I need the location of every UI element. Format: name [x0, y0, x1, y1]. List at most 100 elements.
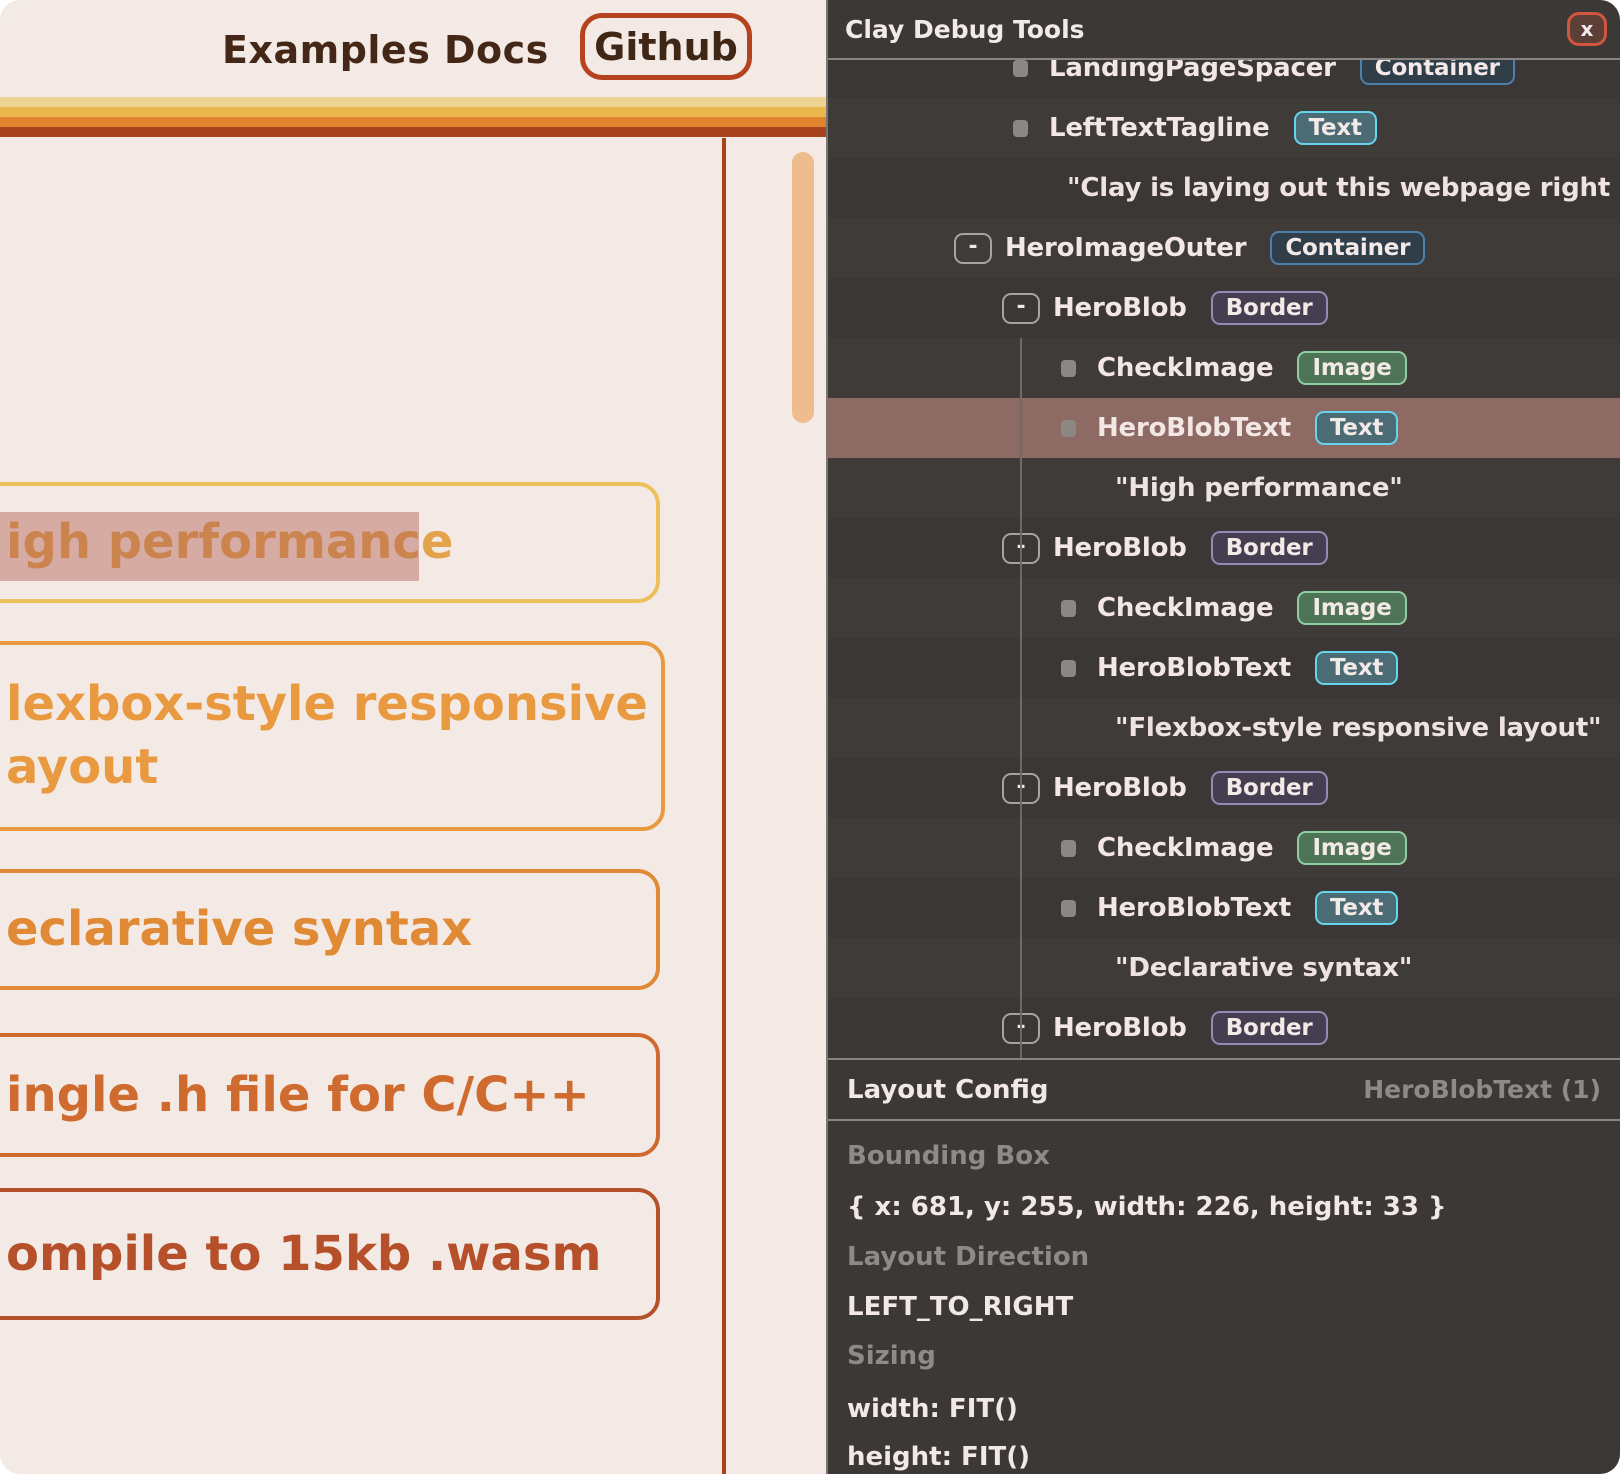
tree-text-preview-row[interactable]: "Clay is laying out this webpage right n… — [828, 158, 1620, 218]
tree-element-row[interactable]: -HeroBlob Border — [828, 278, 1620, 338]
element-text-content: "Flexbox-style responsive layout" — [1115, 713, 1601, 743]
hero-feature-box: ompile to 15kb .wasm — [0, 1188, 660, 1320]
stripe-band-3 — [0, 117, 826, 127]
top-nav: Examples Docs Github — [0, 0, 826, 97]
element-name-label: HeroBlobText — [1097, 653, 1291, 683]
element-type-badge: Border — [1211, 531, 1328, 565]
tree-element-row[interactable]: CheckImage Image — [828, 578, 1620, 638]
tree-element-row[interactable]: HeroBlobText Text — [828, 878, 1620, 938]
stripe-band-2 — [0, 107, 826, 117]
tree-element-row[interactable]: -HeroBlobBorder — [828, 998, 1620, 1058]
tree-child-connector — [1020, 818, 1022, 1058]
element-name-label: HeroBlob — [1053, 773, 1187, 803]
clay-debug-panel: Clay Debug Tools x LandingPageSpacer Cont… — [826, 0, 1620, 1474]
tree-text-preview-row[interactable]: "Flexbox-style responsive layout" — [828, 698, 1620, 758]
prop-label-sizing: Sizing — [847, 1341, 936, 1371]
tree-element-row[interactable]: -HeroImageOuter Container — [828, 218, 1620, 278]
element-name-label: LandingPageSpacer — [1049, 60, 1336, 83]
prop-label-bounding-box: Bounding Box — [847, 1141, 1050, 1171]
element-type-badge: Text — [1294, 111, 1377, 145]
tree-rows: LandingPageSpacer Container LeftTextTaglin… — [828, 60, 1620, 1058]
vertical-divider — [722, 138, 726, 1474]
prop-value-layout-direction: LEFT_TO_RIGHT — [847, 1292, 1073, 1322]
selected-element-label: HeroBlobText (1) — [1363, 1075, 1601, 1104]
prop-value-sizing-height: height: FIT() — [847, 1442, 1030, 1472]
tree-element-row[interactable]: -HeroBlobBorder — [828, 758, 1620, 818]
tree-child-connector — [1020, 578, 1022, 818]
element-type-badge: Container — [1360, 60, 1515, 85]
hero-feature-text: lexbox-style responsive — [0, 673, 661, 736]
element-name-label: HeroBlob — [1053, 293, 1187, 323]
prop-value-sizing-width: width: FIT() — [847, 1394, 1018, 1424]
element-text-content: "High performance" — [1115, 473, 1403, 503]
layout-config-title: Layout Config — [847, 1075, 1048, 1105]
tree-element-row[interactable]: HeroBlobText Text — [828, 638, 1620, 698]
element-name-label: CheckImage — [1097, 593, 1273, 623]
tree-element-row[interactable]: LeftTextTagline Text — [828, 98, 1620, 158]
element-type-badge: Border — [1211, 1011, 1328, 1045]
leaf-bullet-icon — [1061, 660, 1076, 677]
element-text-content: "Declarative syntax" — [1115, 953, 1412, 983]
stripe-band-1 — [0, 97, 826, 107]
tree-element-row[interactable]: LandingPageSpacer Container — [828, 60, 1620, 98]
nav-link-docs[interactable]: Docs — [444, 28, 549, 72]
prop-value-bounding-box: { x: 681, y: 255, width: 226, height: 33… — [847, 1192, 1447, 1222]
collapse-toggle-icon[interactable]: - — [1002, 293, 1040, 324]
element-type-badge: Image — [1297, 351, 1406, 385]
hero-feature-text: ayout — [0, 736, 661, 799]
element-name-label: HeroBlob — [1053, 1013, 1187, 1043]
element-name-label: HeroBlob — [1053, 533, 1187, 563]
hero-feature-text: ingle .h file for C/C++ — [0, 1064, 656, 1127]
leaf-bullet-icon — [1061, 360, 1076, 377]
tree-child-connector — [1020, 338, 1022, 578]
element-type-badge: Border — [1211, 291, 1328, 325]
github-button[interactable]: Github — [580, 13, 752, 80]
leaf-bullet-icon — [1013, 60, 1028, 77]
element-type-badge: Text — [1315, 891, 1398, 925]
close-button[interactable]: x — [1567, 12, 1607, 46]
element-tree: LandingPageSpacer Container LeftTextTaglin… — [828, 60, 1620, 1058]
clay-app-window: Examples Docs Github igh performance lexb… — [0, 0, 1620, 1474]
hero-feature-text: eclarative syntax — [0, 898, 656, 961]
tree-text-preview-row[interactable]: "High performance" — [828, 458, 1620, 518]
debug-panel-title: Clay Debug Tools — [845, 15, 1085, 44]
debug-hover-highlight — [0, 512, 419, 581]
leaf-bullet-icon — [1061, 600, 1076, 617]
layout-config-bar: Layout Config HeroBlobText (1) — [828, 1058, 1620, 1121]
element-name-label: HeroImageOuter — [1005, 233, 1246, 263]
leaf-bullet-icon — [1061, 420, 1076, 437]
element-name-label: CheckImage — [1097, 353, 1273, 383]
hero-feature-box: ingle .h file for C/C++ — [0, 1033, 660, 1157]
hero-feature-box: igh performance — [0, 482, 660, 603]
tree-element-row[interactable]: HeroBlobText Text — [828, 398, 1620, 458]
rainbow-stripe — [0, 97, 826, 137]
element-name-label: CheckImage — [1097, 833, 1273, 863]
element-text-content: "Clay is laying out this webpage right n… — [1067, 173, 1620, 203]
element-name-label: LeftTextTagline — [1049, 113, 1270, 143]
element-type-badge: Image — [1297, 831, 1406, 865]
stripe-band-4 — [0, 127, 826, 137]
scrollbar-thumb[interactable] — [792, 152, 814, 423]
element-type-badge: Image — [1297, 591, 1406, 625]
leaf-bullet-icon — [1061, 900, 1076, 917]
leaf-bullet-icon — [1061, 840, 1076, 857]
nav-link-examples[interactable]: Examples — [222, 28, 430, 72]
tree-element-row[interactable]: CheckImage Image — [828, 338, 1620, 398]
tree-element-row[interactable]: -HeroBlobBorder — [828, 518, 1620, 578]
collapse-toggle-icon[interactable]: - — [954, 233, 992, 264]
landing-page: Examples Docs Github igh performance lexb… — [0, 0, 826, 1474]
debug-panel-header: Clay Debug Tools x — [828, 0, 1620, 60]
hero-feature-text: ompile to 15kb .wasm — [0, 1223, 656, 1286]
prop-label-layout-direction: Layout Direction — [847, 1242, 1089, 1272]
leaf-bullet-icon — [1013, 120, 1028, 137]
tree-text-preview-row[interactable]: "Declarative syntax" — [828, 938, 1620, 998]
element-type-badge: Text — [1315, 411, 1398, 445]
tree-element-row[interactable]: CheckImage Image — [828, 818, 1620, 878]
hero-feature-box: lexbox-style responsiveayout — [0, 641, 665, 831]
hero-feature-box: eclarative syntax — [0, 869, 660, 990]
element-type-badge: Text — [1315, 651, 1398, 685]
element-type-badge: Border — [1211, 771, 1328, 805]
element-name-label: HeroBlobText — [1097, 413, 1291, 443]
element-name-label: HeroBlobText — [1097, 893, 1291, 923]
element-type-badge: Container — [1270, 231, 1425, 265]
